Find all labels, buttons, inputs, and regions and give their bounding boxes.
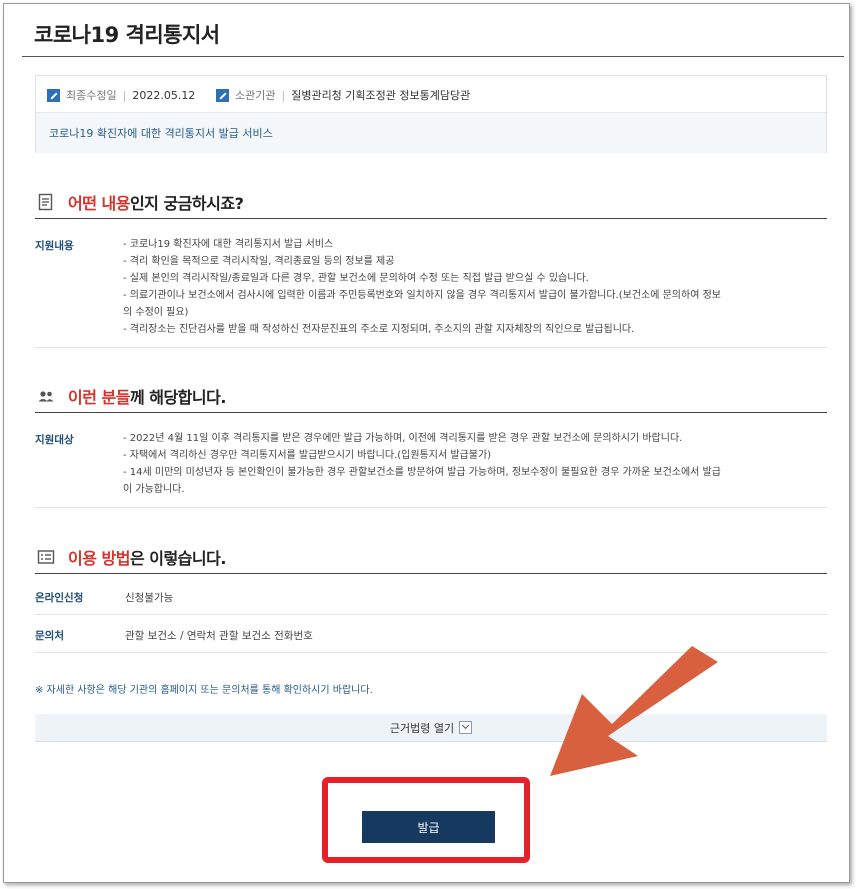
agency: 소관기관 | 질병관리청 기획조정관 정보통계담당관: [216, 87, 470, 103]
support-content-line: - 격리장소는 진단검사를 받을 때 작성하신 전자문진표의 주소로 지정되며,…: [123, 324, 635, 335]
support-content-line: - 코로나19 확진자에 대한 격리통지서 발급 서비스: [123, 239, 334, 250]
support-content-line: 의 수정이 필요): [123, 307, 189, 318]
meta-row: 최종수정일 | 2022.05.12 소관기관 | 질병관리청 기획조정관 정보…: [36, 76, 826, 113]
list-card-icon: [37, 550, 55, 564]
support-target-line: - 자택에서 격리하신 경우만 격리통지서를 발급받으시기 바랍니다.(입원통지…: [123, 450, 492, 461]
online-apply-row: 온라인신청 신청불가능: [35, 577, 827, 615]
agency-label: 소관기관: [235, 89, 276, 102]
online-apply-value: 신청불가능: [125, 592, 174, 604]
support-content-block: 지원내용 - 코로나19 확진자에 대한 격리통지서 발급 서비스 - 격리 확…: [35, 220, 827, 348]
section-what-title: 어떤 내용인지 궁금하시죠?: [68, 190, 244, 214]
separator: |: [281, 88, 286, 102]
page-title: 코로나19 격리통지서: [34, 23, 220, 47]
section-who-title-highlight: 이런 분들: [68, 388, 130, 407]
support-content-line: - 실제 본인의 격리시작일/종료일과 다른 경우, 관할 보건소에 문의하여 …: [123, 273, 589, 284]
contact-value: 관할 보건소 / 연락처 관할 보건소 전화번호: [125, 630, 313, 642]
edit-icon: [216, 88, 229, 102]
section-what-title-rest: 인지 궁금하시죠?: [129, 194, 244, 213]
law-toggle-label: 근거법령 열기: [389, 721, 455, 735]
chevron-down-icon: [459, 721, 473, 734]
separator: |: [122, 88, 127, 102]
support-target-line: 이 가능합니다.: [123, 484, 185, 495]
modified-value: 2022.05.12: [132, 88, 196, 102]
notice-text: ※ 자세한 사항은 해당 기관의 홈페이지 또는 문의처를 통해 확인하시기 바…: [35, 685, 373, 696]
service-description: 코로나19 확진자에 대한 격리통지서 발급 서비스: [36, 113, 826, 153]
support-content-line: - 격리 확인을 목적으로 격리시작일, 격리종료일 등의 정보를 제공: [123, 256, 395, 267]
support-target-lines: - 2022년 4월 11일 이후 격리통지를 받은 경우에만 발급 가능하며,…: [123, 430, 823, 498]
online-apply-label: 온라인신청: [35, 592, 84, 604]
section-what-title-highlight: 어떤 내용: [68, 194, 130, 213]
document-icon: [38, 193, 53, 211]
section-how-title-highlight: 이용 방법: [68, 549, 130, 568]
support-content-lines: - 코로나19 확진자에 대한 격리통지서 발급 서비스 - 격리 확인을 목적…: [123, 236, 823, 338]
section-how-title-rest: 은 이렇습니다.: [129, 549, 226, 568]
support-target-label: 지원대상: [35, 434, 74, 446]
support-content-line: - 의료기관이나 보건소에서 검사시에 입력한 이름과 주민등록번호와 일치하지…: [123, 290, 721, 301]
issue-button[interactable]: 발급: [362, 811, 495, 843]
section-how-header: 이용 방법은 이렇습니다.: [35, 542, 827, 574]
modified-date: 최종수정일 | 2022.05.12: [47, 87, 195, 103]
edit-icon: [47, 88, 60, 102]
title-divider: [22, 56, 844, 57]
service-meta-box: 최종수정일 | 2022.05.12 소관기관 | 질병관리청 기획조정관 정보…: [35, 75, 827, 153]
modified-label: 최종수정일: [66, 89, 117, 102]
support-target-line: - 2022년 4월 11일 이후 격리통지를 받은 경우에만 발급 가능하며,…: [123, 433, 683, 444]
section-how-title: 이용 방법은 이렇습니다.: [68, 545, 226, 569]
section-who-title: 이런 분들께 해당합니다.: [68, 384, 226, 408]
pointer-arrow-icon: [550, 646, 718, 776]
contact-label: 문의처: [35, 630, 64, 642]
support-target-line: - 14세 미만의 미성년자 등 본인확인이 불가능한 경우 관할보건소를 방문…: [123, 467, 721, 478]
people-icon: [38, 391, 54, 402]
section-what-header: 어떤 내용인지 궁금하시죠?: [35, 187, 827, 219]
support-content-label: 지원내용: [35, 240, 74, 252]
support-target-block: 지원대상 - 2022년 4월 11일 이후 격리통지를 받은 경우에만 발급 …: [35, 414, 827, 508]
agency-value: 질병관리청 기획조정관 정보통계담당관: [291, 89, 471, 102]
section-who-title-rest: 께 해당합니다.: [129, 388, 226, 407]
section-who-header: 이런 분들께 해당합니다.: [35, 381, 827, 413]
